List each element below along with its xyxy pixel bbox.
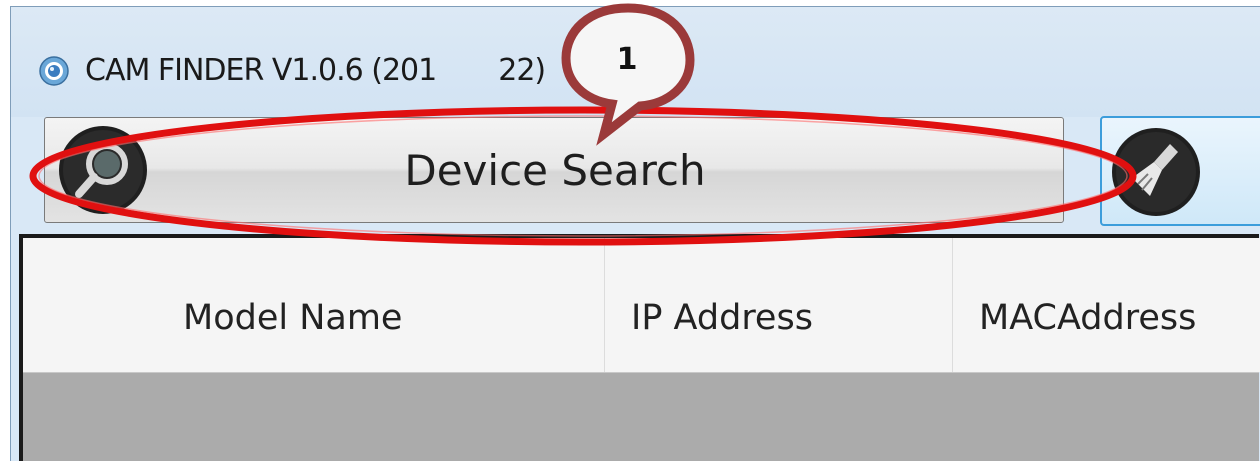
clear-list-button[interactable] [1100, 116, 1260, 226]
column-mac-address[interactable]: MACAddress [953, 238, 1260, 372]
column-mac-address-label: MACAddress [979, 298, 1197, 338]
step-number-badge: 1 [616, 42, 638, 77]
column-ip-address[interactable]: IP Address [605, 238, 953, 372]
table-body [23, 373, 1259, 461]
device-table: Model Name IP Address MACAddress [19, 234, 1260, 461]
column-model-name[interactable]: Model Name [157, 238, 605, 372]
window-title-suffix: 22) [498, 53, 546, 88]
broom-icon [1112, 128, 1200, 216]
column-model-name-label: Model Name [183, 298, 403, 338]
row-selector-header[interactable] [23, 238, 158, 372]
window-title-text: CAM FINDER V1.0.6 (201 [85, 53, 437, 88]
table-header: Model Name IP Address MACAddress [23, 238, 1260, 373]
window-title: CAM FINDER V1.0.6 (201 22) [85, 53, 546, 88]
device-search-label: Device Search [404, 146, 706, 195]
device-search-button[interactable]: Device Search [44, 117, 1064, 223]
app-logo-icon [39, 56, 69, 86]
screenshot-stage: CAM FINDER V1.0.6 (201 22) Device Search [0, 0, 1260, 461]
column-ip-address-label: IP Address [631, 298, 813, 338]
